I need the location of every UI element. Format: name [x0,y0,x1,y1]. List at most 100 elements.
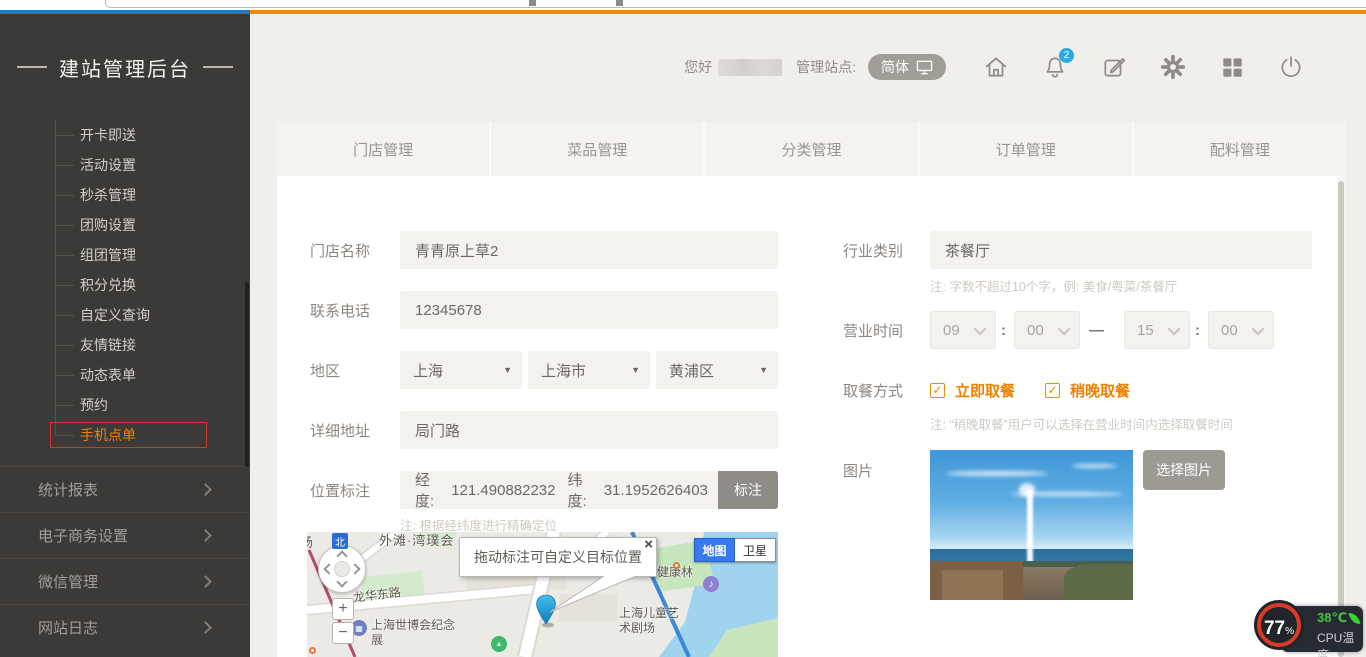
sidebar-section-reports[interactable]: 统计报表 [0,466,250,512]
sidebar-item-dynamic-form[interactable]: 动态表单 [0,360,250,390]
phone-label: 联系电话 [310,291,370,329]
notifications-button[interactable]: 2 [1041,54,1068,81]
chevron-down-icon [1168,322,1181,335]
pickup-now-checkbox[interactable]: ✓ [930,383,945,398]
pan-up-arrow[interactable] [336,550,347,561]
sidebar-sections: 统计报表 电子商务设置 微信管理 网站日志 [0,466,250,650]
image-label: 图片 [843,451,873,489]
sidebar-item-seckill[interactable]: 秒杀管理 [0,180,250,210]
tab-category-management[interactable]: 分类管理 [703,122,917,176]
pan-down-arrow[interactable] [336,576,347,587]
pan-right-arrow[interactable] [349,563,360,574]
hours-dash: — [1089,311,1104,349]
sidebar-section-ecommerce[interactable]: 电子商务设置 [0,512,250,558]
map-pin-icon[interactable] [535,594,557,628]
map-type-toggle: 地图 卫星 [694,538,776,562]
pickup-later-checkbox[interactable]: ✓ [1045,383,1060,398]
sidebar-item-groupbuy[interactable]: 团购设置 [0,210,250,240]
pan-center-dot [334,561,350,577]
map-type-map-button[interactable]: 地图 [694,538,735,562]
location-field[interactable]: 经度: 121.490882232 纬度: 31.1952626403 标注 [400,471,778,509]
map-zoom-out-button[interactable]: − [332,622,354,644]
pickup-now-label[interactable]: 立即取餐 [955,380,1015,401]
small-poi-dot [309,647,316,654]
monitor-icon [916,60,933,75]
tab-dish-management[interactable]: 菜品管理 [489,122,703,176]
open-hour-select[interactable]: 09 [930,311,996,349]
longitude-label: 经度: [415,469,445,511]
industry-input[interactable]: 茶餐厅 [930,231,1312,269]
close-hour-select[interactable]: 15 [1124,311,1190,349]
edit-button[interactable] [1100,54,1127,81]
map-type-satellite-button[interactable]: 卫星 [735,538,776,562]
map-label-expo: 上海世博会纪念展 [371,618,455,648]
sidebar-scrollbar[interactable] [245,282,249,467]
map-widget[interactable]: 场 外滩·湾璞会 龙华东路 ▦ 上海世博会纪念展 健康林 上海儿童艺术剧场 ♪ … [307,532,778,657]
cpu-monitor-widget[interactable]: 77 % 38℃ CPU温度 [1257,603,1363,655]
sidebar-item-card-gift[interactable]: 开卡即送 [0,120,250,150]
location-label: 位置标注 [310,471,370,509]
sidebar-item-reservation[interactable]: 预约 [0,390,250,420]
browser-urlbar-bottom [105,0,1366,8]
settings-button[interactable] [1159,54,1186,81]
cpu-usage-gauge: 77 % [1257,603,1301,647]
sidebar-item-custom-query[interactable]: 自定义查询 [0,300,250,330]
district-select[interactable]: 黄浦区▼ [656,351,778,389]
content-scrollbar-thumb[interactable] [1338,181,1344,657]
music-poi-icon[interactable]: ♪ [703,576,719,592]
pan-left-arrow[interactable] [323,563,334,574]
sidebar-item-points[interactable]: 积分兑换 [0,270,250,300]
app-title: 建站管理后台 [0,14,250,120]
province-select[interactable]: 上海▼ [400,351,522,389]
store-name-input[interactable]: 青青原上草2 [400,231,778,269]
notification-badge: 2 [1059,48,1074,63]
topbar: 您好 管理站点: 简体 2 [250,14,1366,120]
manage-site-label: 管理站点: [796,57,856,77]
open-minute-select[interactable]: 00 [1014,311,1080,349]
mark-location-button[interactable]: 标注 [718,471,778,509]
sidebar-item-mobile-order-active[interactable]: 手机点单 [0,420,250,450]
sidebar-item-links[interactable]: 友情链接 [0,330,250,360]
industry-label: 行业类别 [843,231,903,269]
tab-ingredient-management[interactable]: 配料管理 [1132,122,1346,176]
sidebar-section-site-log[interactable]: 网站日志 [0,604,250,650]
chevron-right-icon [199,575,212,588]
browser-text-fragment [529,0,536,6]
phone-input[interactable]: 12345678 [400,291,778,329]
greeting-text: 您好 [684,57,712,77]
cpu-temp-label: CPU温度 [1317,629,1363,657]
city-select[interactable]: 上海市▼ [528,351,650,389]
sidebar-item-group[interactable]: 组团管理 [0,240,250,270]
tab-order-management[interactable]: 订单管理 [918,122,1132,176]
park-poi-icon[interactable]: ▲ [491,636,507,652]
dropdown-arrow-icon: ▼ [631,365,640,375]
app-title-text: 建站管理后台 [59,53,191,82]
screen: 建站管理后台 开卡即送 活动设置 秒杀管理 团购设置 组团管理 积分兑换 自定义… [0,0,1366,657]
content-scrollbar[interactable] [1337,176,1345,657]
browser-edge-strip [0,0,1366,10]
cpu-temp-value: 38℃ [1317,610,1347,626]
store-name-label: 门店名称 [310,231,370,269]
grid-icon [1219,54,1245,80]
apps-button[interactable] [1218,54,1245,81]
map-label-waitan: 外滩·湾璞会 [379,533,454,548]
browser-text-fragment [616,0,623,6]
home-button[interactable] [982,54,1009,81]
map-zoom-in-button[interactable]: + [332,598,354,620]
choose-image-button[interactable]: 选择图片 [1143,450,1225,490]
address-input[interactable]: 局门路 [400,411,778,449]
latitude-label: 纬度: [568,469,598,511]
map-pan-control[interactable] [318,545,366,593]
pickup-later-label[interactable]: 稍晚取餐 [1070,380,1130,401]
map-tooltip: 拖动标注可自定义目标位置 × [459,537,657,577]
sidebar-section-wechat[interactable]: 微信管理 [0,558,250,604]
chevron-right-icon [199,483,212,496]
language-preview-button[interactable]: 简体 [868,54,946,80]
tooltip-close-icon[interactable]: × [644,537,653,552]
close-minute-select[interactable]: 00 [1208,311,1274,349]
hours-colon: : [1195,311,1200,349]
sidebar-item-activity[interactable]: 活动设置 [0,150,250,180]
sidebar-menu: 开卡即送 活动设置 秒杀管理 团购设置 组团管理 积分兑换 自定义查询 友情链接… [0,120,250,466]
logout-button[interactable] [1277,54,1304,81]
tab-store-management[interactable]: 门店管理 [277,122,489,176]
